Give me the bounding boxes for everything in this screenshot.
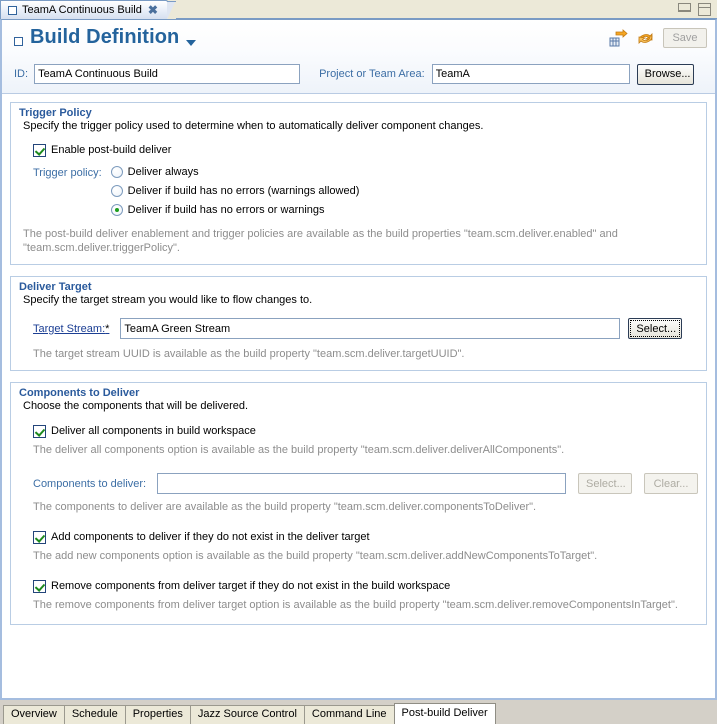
enable-post-build-deliver-row[interactable]: Enable post-build deliver	[33, 144, 698, 157]
trigger-policy-options: Deliver always Deliver if build has no e…	[110, 166, 360, 216]
components-to-deliver-row: Components to deliver: Select... Clear..…	[33, 473, 698, 494]
required-marker: *	[105, 322, 110, 335]
window-controls	[678, 3, 711, 16]
section-body-components-to-deliver: Deliver all components in build workspac…	[11, 414, 706, 624]
components-to-deliver-hint: The components to deliver are available …	[33, 501, 537, 513]
enable-post-build-deliver-label: Enable post-build deliver	[51, 144, 172, 156]
browse-button[interactable]: Browse...	[636, 63, 694, 85]
deliver-target-hint: The target stream UUID is available as t…	[33, 348, 465, 360]
target-stream-row: Target Stream:* Select...	[33, 318, 698, 339]
id-label: ID:	[14, 68, 29, 80]
components-to-deliver-input[interactable]	[157, 473, 566, 494]
trigger-policy-hint: The post-build deliver enablement and tr…	[23, 228, 618, 254]
tab-schedule[interactable]: Schedule	[63, 705, 126, 724]
deliver-all-components-checkbox[interactable]	[33, 425, 46, 438]
editor-tab-label: TeamA Continuous Build	[22, 4, 142, 16]
trigger-policy-group: Trigger policy: Deliver always Deliver i…	[33, 166, 698, 216]
target-stream-select-button[interactable]: Select...	[628, 318, 683, 339]
remove-components-label: Remove components from deliver target if…	[51, 580, 451, 592]
target-stream-input[interactable]	[120, 318, 621, 339]
components-select-button[interactable]: Select...	[578, 473, 632, 494]
radio-icon[interactable]	[110, 166, 123, 178]
section-body-trigger-policy: Enable post-build deliver Trigger policy…	[11, 134, 706, 264]
target-stream-label[interactable]: Target Stream:*	[33, 323, 109, 335]
build-definition-icon	[8, 5, 17, 15]
page-title: Build Definition	[30, 26, 180, 48]
radio-deliver-no-errors-warnings-allowed[interactable]: Deliver if build has no errors (warnings…	[110, 185, 360, 197]
form-banner: Build Definition Save ID: TeamA Continuo…	[2, 20, 715, 94]
section-title-deliver-target: Deliver Target	[19, 281, 92, 293]
add-components-label: Add components to deliver if they do not…	[51, 531, 370, 543]
tab-properties[interactable]: Properties	[124, 705, 191, 724]
radio-label: Deliver if build has no errors (warnings…	[127, 185, 360, 197]
header-fields-row: ID: Project or Team Area: Browse...	[2, 60, 715, 88]
target-stream-label-text: Target Stream:	[33, 322, 106, 335]
tab-command-line[interactable]: Command Line	[303, 705, 395, 724]
section-description-components-to-deliver: Choose the components that will be deliv…	[23, 400, 249, 412]
project-area-label: Project or Team Area:	[319, 68, 425, 80]
chevron-down-icon[interactable]	[186, 39, 197, 46]
remove-components-checkbox[interactable]	[33, 580, 46, 593]
tab-post-build-deliver[interactable]: Post-build Deliver	[393, 703, 496, 724]
id-input[interactable]	[34, 64, 301, 84]
minimize-icon[interactable]	[678, 3, 691, 12]
form-body: Trigger Policy Specify the trigger polic…	[2, 94, 715, 697]
radio-icon-selected[interactable]	[110, 204, 123, 216]
editor-tab-teama-continuous-build[interactable]: TeamA Continuous Build ✖	[0, 0, 176, 21]
refresh-icon[interactable]	[636, 29, 655, 48]
section-components-to-deliver: Components to Deliver Choose the compone…	[10, 382, 707, 625]
add-components-row[interactable]: Add components to deliver if they do not…	[33, 531, 698, 544]
enable-post-build-deliver-checkbox[interactable]	[33, 144, 46, 157]
radio-label: Deliver if build has no errors or warnin…	[127, 204, 325, 216]
form-title-row: Build Definition	[14, 26, 197, 49]
editor-form: Build Definition Save ID: TeamA Continuo…	[0, 19, 717, 700]
page-tab-bar: Overview Schedule Properties Jazz Source…	[0, 700, 717, 724]
section-deliver-target: Deliver Target Specify the target stream…	[10, 276, 707, 371]
components-to-deliver-label: Components to deliver:	[33, 477, 147, 490]
remove-components-hint: The remove components from deliver targe…	[33, 599, 678, 611]
section-title-components-to-deliver: Components to Deliver	[19, 387, 140, 399]
radio-label: Deliver always	[127, 166, 199, 178]
section-title-trigger-policy: Trigger Policy	[19, 107, 92, 119]
section-body-deliver-target: Target Stream:* Select... The target str…	[11, 308, 706, 370]
project-area-input[interactable]	[431, 64, 630, 84]
banner-toolbar: Save	[609, 28, 707, 48]
tab-overview[interactable]: Overview	[3, 705, 65, 724]
build-definition-editor: TeamA Continuous Build ✖ Build Definitio…	[0, 0, 717, 724]
close-icon[interactable]: ✖	[147, 4, 159, 16]
components-clear-button[interactable]: Clear...	[644, 473, 698, 494]
section-trigger-policy: Trigger Policy Specify the trigger polic…	[10, 102, 707, 265]
deliver-all-components-row[interactable]: Deliver all components in build workspac…	[33, 425, 698, 438]
trigger-policy-label: Trigger policy:	[33, 167, 102, 179]
deliver-all-components-hint: The deliver all components option is ava…	[33, 444, 565, 456]
radio-icon[interactable]	[110, 185, 123, 197]
radio-deliver-no-errors-or-warnings[interactable]: Deliver if build has no errors or warnin…	[110, 204, 360, 216]
add-components-hint: The add new components option is availab…	[33, 550, 598, 562]
section-description-trigger-policy: Specify the trigger policy used to deter…	[23, 120, 484, 132]
add-components-checkbox[interactable]	[33, 531, 46, 544]
tab-jazz-source-control[interactable]: Jazz Source Control	[189, 705, 305, 724]
request-build-icon[interactable]	[609, 28, 628, 48]
remove-components-row[interactable]: Remove components from deliver target if…	[33, 580, 698, 593]
radio-deliver-always[interactable]: Deliver always	[110, 166, 360, 178]
maximize-icon[interactable]	[698, 3, 711, 16]
save-button[interactable]: Save	[663, 28, 707, 48]
editor-tab-strip: TeamA Continuous Build ✖	[0, 0, 717, 21]
section-description-deliver-target: Specify the target stream you would like…	[23, 294, 313, 306]
deliver-all-components-label: Deliver all components in build workspac…	[51, 425, 256, 437]
build-definition-icon	[14, 36, 23, 46]
